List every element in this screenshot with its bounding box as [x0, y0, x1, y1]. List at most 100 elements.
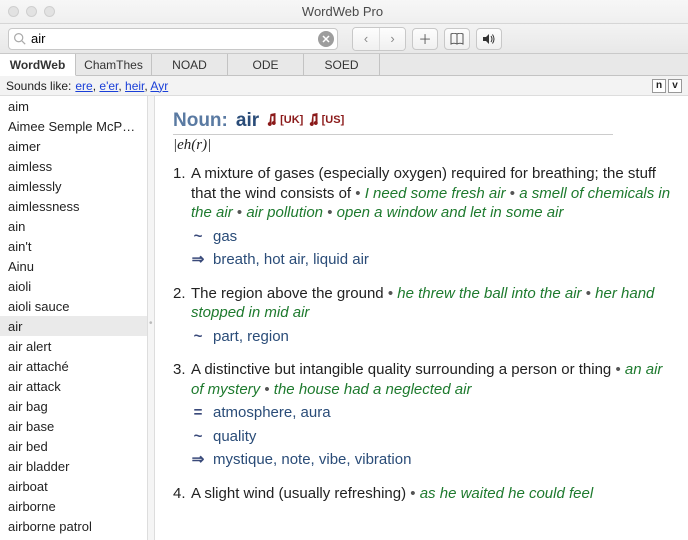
tab-noad[interactable]: NOAD [152, 54, 228, 75]
relation: = atmosphere, aura [191, 403, 672, 423]
pos-filter-v[interactable]: v [668, 79, 682, 93]
word-list-item[interactable]: airboat [0, 476, 147, 496]
main-area: aimAimee Semple McP…aimeraimlessaimlessl… [0, 96, 688, 540]
relation-symbol: ⇒ [191, 250, 205, 270]
relation-symbol: ~ [191, 327, 205, 347]
sense: 4.A slight wind (usually refreshing) • a… [173, 484, 672, 504]
relation-words[interactable]: breath, hot air, liquid air [213, 250, 369, 270]
music-note-icon [309, 113, 320, 126]
sense-number: 2. [173, 284, 191, 347]
search-input[interactable] [8, 28, 338, 50]
sense-number: 1. [173, 164, 191, 270]
audio-button[interactable]: [UK] [267, 113, 303, 126]
tab-soed[interactable]: SOED [304, 54, 380, 75]
word-list-item[interactable]: aioli [0, 276, 147, 296]
word-list-item[interactable]: air bladder [0, 456, 147, 476]
sense-body: The region above the ground • he threw t… [191, 284, 672, 347]
search-wrap [8, 28, 338, 50]
word-list-item[interactable]: air alert [0, 336, 147, 356]
clear-search-button[interactable] [318, 31, 334, 47]
word-list-item[interactable]: air attaché [0, 356, 147, 376]
book-icon [450, 33, 464, 45]
toolbar: ‹ › ＋ [0, 24, 688, 54]
splitter[interactable] [148, 96, 155, 540]
word-list-item[interactable]: air attack [0, 376, 147, 396]
sounds-like-link[interactable]: e'er [99, 79, 118, 93]
sense-number: 3. [173, 360, 191, 470]
sounds-like-link[interactable]: ere [75, 79, 92, 93]
definition-text: A slight wind (usually refreshing) [191, 485, 406, 502]
word-list[interactable]: aimAimee Semple McP…aimeraimlessaimlessl… [0, 96, 148, 540]
pos-filter-n[interactable]: n [652, 79, 666, 93]
sounds-like-link[interactable]: heir [125, 79, 144, 93]
word-list-item[interactable]: aimlessness [0, 196, 147, 216]
relation: ~ gas [191, 227, 672, 247]
tab-ode[interactable]: ODE [228, 54, 304, 75]
relation-symbol: ⇒ [191, 450, 205, 470]
speaker-button[interactable] [476, 28, 502, 50]
music-note-icon [267, 113, 278, 126]
titlebar: WordWeb Pro [0, 0, 688, 24]
search-icon [13, 32, 26, 48]
sense: 3.A distinctive but intangible quality s… [173, 360, 672, 470]
word-list-item[interactable]: aioli sauce [0, 296, 147, 316]
tab-wordweb[interactable]: WordWeb [0, 54, 76, 76]
close-window-button[interactable] [8, 6, 19, 17]
relation-symbol: = [191, 403, 205, 423]
word-list-item[interactable]: Ainu [0, 256, 147, 276]
word-list-item[interactable]: air bed [0, 436, 147, 456]
word-list-item[interactable]: airborne patrol [0, 516, 147, 536]
zoom-window-button[interactable] [44, 6, 55, 17]
definition-text: The region above the ground [191, 285, 384, 302]
word-list-item[interactable]: airborne transmission [0, 536, 147, 540]
book-button[interactable] [444, 28, 470, 50]
forward-button[interactable]: › [379, 28, 405, 50]
audio-button[interactable]: [US] [309, 113, 345, 126]
relation-words[interactable]: gas [213, 227, 237, 247]
part-of-speech: Noun: [173, 110, 228, 132]
example: he threw the ball into the air [397, 285, 581, 302]
window-title: WordWeb Pro [55, 4, 630, 19]
sense: 1.A mixture of gases (especially oxygen)… [173, 164, 672, 270]
sense-body: A slight wind (usually refreshing) • as … [191, 484, 672, 504]
relation: ~ part, region [191, 327, 672, 347]
speaker-icon [482, 33, 496, 45]
relation-words[interactable]: atmosphere, aura [213, 403, 331, 423]
sense-body: A mixture of gases (especially oxygen) r… [191, 164, 672, 270]
word-list-item[interactable]: air base [0, 416, 147, 436]
example: air pollution [246, 204, 323, 221]
definition-pane[interactable]: Noun: air [UK] [US] |eh(r)| 1.A mixture … [155, 96, 688, 540]
entry-heading: Noun: air [UK] [US] [173, 110, 672, 132]
sense-body: A distinctive but intangible quality sur… [191, 360, 672, 470]
example: the house had a neglected air [274, 381, 472, 398]
relation-symbol: ~ [191, 427, 205, 447]
headword: air [236, 110, 259, 132]
word-list-item[interactable]: air [0, 316, 147, 336]
add-button[interactable]: ＋ [412, 28, 438, 50]
dictionary-tabs: WordWebChamThesNOADODESOED [0, 54, 688, 76]
definition-text: A distinctive but intangible quality sur… [191, 361, 611, 378]
word-list-item[interactable]: air bag [0, 396, 147, 416]
word-list-item[interactable]: ain [0, 216, 147, 236]
sounds-like-link[interactable]: Ayr [150, 79, 168, 93]
relation: ⇒ breath, hot air, liquid air [191, 250, 672, 270]
word-list-item[interactable]: airborne [0, 496, 147, 516]
sense-number: 4. [173, 484, 191, 504]
example: as he waited he could feel [420, 485, 593, 502]
sounds-like-bar: Sounds like: ere, e'er, heir, Ayr nv [0, 76, 688, 96]
relation-symbol: ~ [191, 227, 205, 247]
relation-words[interactable]: quality [213, 427, 256, 447]
word-list-item[interactable]: aimlessly [0, 176, 147, 196]
minimize-window-button[interactable] [26, 6, 37, 17]
back-button[interactable]: ‹ [353, 28, 379, 50]
example: I need some fresh air [365, 185, 506, 202]
word-list-item[interactable]: aimless [0, 156, 147, 176]
relation-words[interactable]: part, region [213, 327, 289, 347]
tab-chamthes[interactable]: ChamThes [76, 54, 152, 75]
relation-words[interactable]: mystique, note, vibe, vibration [213, 450, 411, 470]
sense: 2.The region above the ground • he threw… [173, 284, 672, 347]
word-list-item[interactable]: aim [0, 96, 147, 116]
word-list-item[interactable]: ain't [0, 236, 147, 256]
word-list-item[interactable]: aimer [0, 136, 147, 156]
word-list-item[interactable]: Aimee Semple McP… [0, 116, 147, 136]
